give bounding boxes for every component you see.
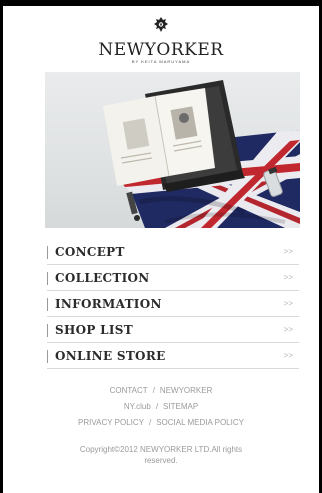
site-logo[interactable]: NEWYORKER BY KEITA MARUYAMA [3, 16, 319, 65]
menu-item-bar [47, 350, 48, 363]
chevron-right-icon: >> [283, 299, 293, 308]
menu-item-information[interactable]: INFORMATION >> [47, 291, 299, 317]
hero-image [45, 72, 300, 228]
menu-item-bar [47, 324, 48, 337]
magazine-flag-photo [103, 80, 300, 228]
menu-item-label: COLLECTION [55, 271, 150, 285]
contact-link[interactable]: CONTACT [110, 386, 148, 395]
social-media-policy-link[interactable]: SOCIAL MEDIA POLICY [156, 418, 244, 427]
chevron-right-icon: >> [283, 351, 293, 360]
logo-subtitle: BY KEITA MARUYAMA [131, 59, 191, 64]
footer-row: CONTACT / NEWYORKER [3, 383, 319, 399]
footer-separator: / [155, 402, 159, 411]
crest-icon [154, 17, 168, 32]
footer-row: PRIVACY POLICY / SOCIAL MEDIA POLICY [3, 415, 319, 431]
nyclub-link[interactable]: NY.club [124, 402, 151, 411]
menu-item-collection[interactable]: COLLECTION >> [47, 265, 299, 291]
menu-item-label: SHOP LIST [55, 323, 134, 337]
menu-item-bar [47, 298, 48, 311]
privacy-policy-link[interactable]: PRIVACY POLICY [78, 418, 144, 427]
chevron-right-icon: >> [283, 247, 293, 256]
page-frame: NEWYORKER BY KEITA MARUYAMA CONCEPT >> C… [0, 0, 322, 493]
menu-item-shop-list[interactable]: SHOP LIST >> [47, 317, 299, 343]
chevron-right-icon: >> [283, 273, 293, 282]
copyright-line: reserved. [144, 456, 178, 465]
menu-item-label: INFORMATION [55, 297, 162, 311]
copyright-line: Copyright©2012 NEWYORKER LTD.All rights [79, 445, 243, 454]
menu-item-label: CONCEPT [55, 245, 125, 259]
top-bar [3, 0, 319, 6]
sitemap-link[interactable]: SITEMAP [163, 402, 198, 411]
footer-separator: / [148, 418, 152, 427]
menu-item-bar [47, 246, 48, 259]
footer-separator: / [152, 386, 155, 395]
newyorker-link[interactable]: NEWYORKER [160, 386, 212, 395]
footer-row: NY.club / SITEMAP [3, 399, 319, 415]
menu-item-concept[interactable]: CONCEPT >> [47, 239, 299, 265]
main-menu: CONCEPT >> COLLECTION >> INFORMATION >> … [47, 239, 299, 369]
footer-links: CONTACT / NEWYORKER NY.club / SITEMAP PRIVAC… [3, 383, 319, 431]
chevron-right-icon: >> [283, 325, 293, 334]
menu-item-label: ONLINE STORE [55, 349, 166, 363]
copyright-text: Copyright©2012 NEWYORKER LTD.All rights … [3, 444, 319, 466]
menu-item-bar [47, 272, 48, 285]
logo-wordmark: NEWYORKER [98, 40, 224, 60]
menu-item-online-store[interactable]: ONLINE STORE >> [47, 343, 299, 369]
